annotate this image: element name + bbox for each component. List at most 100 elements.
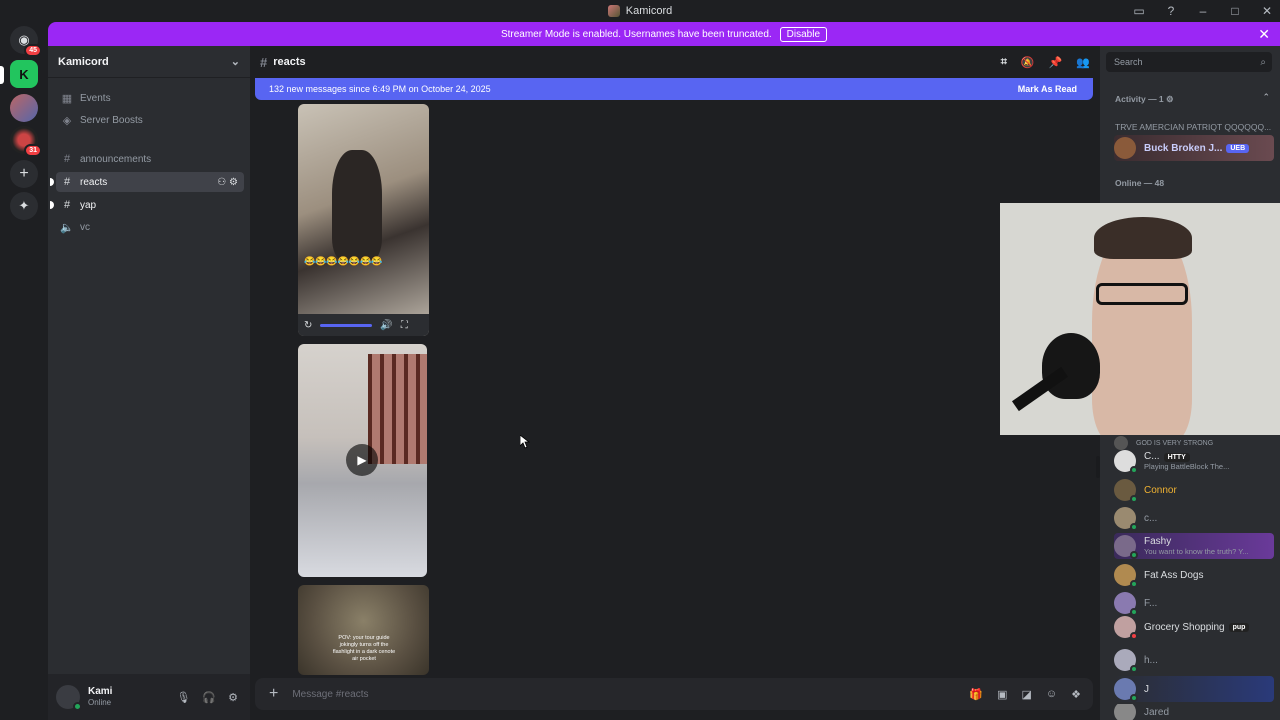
video-caption: 😂😂😂😂😂😂😂	[304, 256, 383, 266]
avatar	[1114, 535, 1138, 559]
member-item[interactable]: C... HTTY Playing BattleBlock The...	[1114, 448, 1274, 474]
avatar	[1114, 592, 1138, 616]
channel-tools: ⚇ ⚙	[217, 177, 238, 188]
disable-streamer-button[interactable]: Disable	[779, 26, 828, 42]
settings-gear-icon[interactable]: ⚙	[228, 691, 238, 704]
avatar	[1114, 704, 1136, 720]
fullscreen-icon[interactable]: ⛶	[401, 320, 408, 331]
boost-icon: ◈	[62, 114, 72, 127]
volume-slider[interactable]	[320, 323, 373, 327]
hash-icon: #	[260, 54, 268, 70]
server-kamicord-button[interactable]	[10, 94, 38, 122]
member-name: h...	[1144, 654, 1158, 666]
online-status-icon	[1130, 551, 1138, 559]
discover-icon[interactable]: ✦	[10, 192, 38, 220]
video-attachment[interactable]: ▶	[298, 344, 427, 577]
avatar	[1114, 678, 1138, 702]
headphones-icon[interactable]: 🎧	[202, 691, 216, 704]
channel-reacts[interactable]: # reacts ⚇ ⚙	[50, 172, 244, 192]
avatar[interactable]	[56, 685, 82, 711]
member-item[interactable]: c...	[1114, 505, 1274, 531]
member-item[interactable]: h...	[1114, 647, 1274, 673]
volume-icon[interactable]: 🔊	[380, 320, 392, 331]
video-attachment[interactable]: POV: your tour guide jokingly turns off …	[298, 585, 429, 675]
maximize-button[interactable]: □	[1228, 4, 1242, 18]
member-name: C...	[1144, 451, 1160, 462]
message-composer[interactable]: + Message #reacts 🎁 ▣ ◪ ☺ ❖	[255, 678, 1093, 710]
pin-icon[interactable]: 📌	[1049, 56, 1063, 69]
streamer-mode-banner: Streamer Mode is enabled. Usernames have…	[48, 22, 1280, 46]
member-item[interactable]: Grocery Shopping pup	[1114, 614, 1274, 640]
member-activity: Playing BattleBlock The...	[1144, 462, 1230, 471]
search-placeholder: Search	[1114, 57, 1143, 67]
server-green-button[interactable]: K	[10, 60, 38, 88]
sidebar-item-boosts[interactable]: ◈ Server Boosts	[56, 110, 244, 130]
gift-icon[interactable]: 🎁	[969, 688, 983, 701]
avatar	[1114, 616, 1138, 640]
search-input[interactable]: Search ⌕	[1106, 52, 1272, 72]
inbox-icon[interactable]: ▭	[1132, 4, 1146, 18]
avatar	[1114, 507, 1138, 531]
channel-title: reacts	[273, 56, 306, 68]
apps-icon[interactable]: ❖	[1071, 688, 1081, 701]
chevron-down-icon: ⌄	[230, 56, 240, 68]
dm-badge: 45	[24, 44, 42, 57]
direct-messages-button[interactable]: ◉ 45	[10, 26, 42, 57]
chevron-up-icon[interactable]: ⌃	[1262, 92, 1270, 103]
activity-label: Activity — 1	[1115, 94, 1164, 104]
threads-icon[interactable]: ⌗	[1001, 56, 1007, 69]
channel-announcements[interactable]: # announcements	[56, 149, 244, 169]
guild-header[interactable]: Kamicord ⌄	[48, 46, 250, 78]
member-list-icon[interactable]: 👥	[1076, 56, 1090, 69]
sidebar-item-label: Events	[80, 92, 111, 104]
gear-icon[interactable]: ⚙	[229, 177, 238, 188]
chat-area: # reacts ⌗ 🔕 📌 👥 132 new messages since …	[250, 46, 1100, 720]
member-item[interactable]: Jared	[1114, 704, 1274, 720]
member-name: Buck Broken J...	[1144, 142, 1223, 154]
window-titlebar: Kamicord ▭ ? – □ ✕	[0, 0, 1280, 22]
close-icon[interactable]: ✕	[1258, 26, 1270, 43]
webcam-hair	[1094, 217, 1192, 259]
member-name: c...	[1144, 512, 1158, 524]
online-status-icon	[1130, 694, 1138, 702]
member-name: Jared	[1144, 706, 1170, 718]
member-item[interactable]: Connor	[1114, 477, 1274, 503]
add-attachment-icon[interactable]: +	[269, 685, 278, 703]
invite-icon[interactable]: ⚇	[217, 177, 226, 188]
notifications-icon[interactable]: 🔕	[1021, 56, 1035, 69]
replay-icon[interactable]: ↻	[304, 320, 312, 331]
minimize-button[interactable]: –	[1196, 4, 1210, 18]
new-messages-bar[interactable]: 132 new messages since 6:49 PM on Octobe…	[255, 78, 1093, 100]
sidebar-item-events[interactable]: ▦ Events	[56, 88, 244, 108]
emoji-icon[interactable]: ☺	[1046, 688, 1057, 701]
window-title: Kamicord	[625, 5, 673, 17]
member-item[interactable]: J	[1114, 676, 1274, 702]
video-attachment[interactable]: 😂😂😂😂😂😂😂 ↻ 🔊 ⛶	[298, 104, 429, 336]
member-item[interactable]: F...	[1114, 590, 1274, 616]
server-wheel-button[interactable]: 31	[10, 126, 42, 157]
hash-icon: #	[63, 153, 71, 165]
microphone-icon[interactable]: 🎙	[176, 691, 190, 704]
sticker-icon[interactable]: ◪	[1021, 688, 1031, 701]
search-icon: ⌕	[1260, 56, 1266, 68]
message-input[interactable]: Message #reacts	[292, 689, 368, 700]
user-info[interactable]: Kami Online	[88, 686, 112, 708]
help-icon[interactable]: ?	[1164, 4, 1178, 18]
avatar	[1114, 137, 1136, 159]
gif-icon[interactable]: ▣	[997, 688, 1007, 701]
member-tag: UEB	[1226, 143, 1250, 153]
member-item[interactable]: Fashy You want to know the truth? Y...	[1114, 533, 1274, 559]
close-window-button[interactable]: ✕	[1260, 4, 1274, 18]
activity-member[interactable]: Buck Broken J... UEB	[1114, 135, 1274, 161]
channel-label: announcements	[80, 153, 152, 165]
play-icon[interactable]: ▶	[346, 444, 378, 476]
member-item[interactable]: Fat Ass Dogs	[1114, 562, 1274, 588]
banner-text: Streamer Mode is enabled. Usernames have…	[500, 28, 772, 40]
member-name: F...	[1144, 597, 1158, 609]
activity-header[interactable]: Activity — 1 ⚙	[1115, 94, 1174, 105]
channel-yap[interactable]: # yap	[50, 195, 244, 215]
mark-as-read-button[interactable]: Mark As Read	[1018, 84, 1077, 94]
channel-vc[interactable]: 🔈 vc	[56, 217, 244, 237]
mouse-cursor-icon	[520, 435, 530, 449]
add-server-button[interactable]: +	[10, 160, 38, 188]
